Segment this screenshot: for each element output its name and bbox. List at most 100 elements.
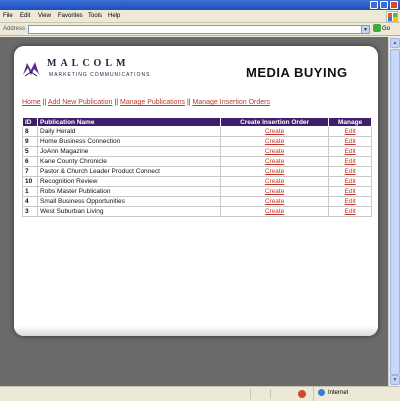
create-order-link[interactable]: Create — [265, 148, 285, 155]
row-publication-name: Recognition Review — [37, 176, 221, 187]
row-publication-name: Pastor & Church Leader Product Connect — [37, 166, 221, 177]
menu-file[interactable]: File — [3, 13, 13, 19]
maximize-button[interactable] — [380, 1, 388, 9]
row-publication-name: Home Business Connection — [37, 136, 221, 147]
scroll-down-icon[interactable]: ▼ — [390, 375, 400, 385]
edit-link[interactable]: Edit — [345, 188, 356, 195]
nav-separator: || — [186, 99, 191, 106]
edit-link[interactable]: Edit — [345, 138, 356, 145]
scroll-thumb[interactable] — [390, 49, 400, 375]
table-row: 4 Small Business Opportunities Create Edit — [22, 196, 372, 207]
row-id: 4 — [22, 196, 38, 207]
row-id: 9 — [22, 136, 38, 147]
globe-icon — [318, 388, 325, 396]
nav-home-link[interactable]: Home — [22, 99, 41, 106]
header-create-order: Create Insertion Order — [219, 117, 330, 127]
create-order-link[interactable]: Create — [265, 188, 285, 195]
edit-link[interactable]: Edit — [345, 158, 356, 165]
brand-subtitle: MARKETING COMMUNICATIONS — [49, 72, 151, 78]
create-order-link[interactable]: Create — [265, 158, 285, 165]
malcolm-mark-icon — [23, 62, 39, 77]
header-publication-name: Publication Name — [37, 117, 221, 127]
row-publication-name: Daily Herald — [37, 126, 221, 137]
status-divider — [250, 389, 251, 399]
row-create-cell: Create — [219, 126, 330, 137]
zone-label: Internet — [328, 390, 349, 396]
row-manage-cell: Edit — [328, 166, 372, 177]
edit-link[interactable]: Edit — [345, 148, 356, 155]
row-create-cell: Create — [219, 206, 330, 217]
menu-tools[interactable]: Tools — [88, 13, 102, 19]
row-id: 5 — [22, 146, 38, 157]
address-label: Address — [3, 26, 26, 32]
header-id: ID — [22, 117, 38, 127]
menu-view[interactable]: View — [38, 13, 51, 19]
row-create-cell: Create — [219, 186, 330, 197]
nav-separator: || — [42, 99, 47, 106]
row-id: 1 — [22, 186, 38, 197]
publications-table: ID Publication Name Create Insertion Ord… — [22, 117, 372, 217]
row-publication-name: West Suburban Living — [37, 206, 221, 217]
menu-favorites[interactable]: Favorites — [58, 13, 83, 19]
nav-manage-orders-link[interactable]: Manage Insertion Orders — [193, 99, 270, 106]
go-arrow-icon — [373, 24, 381, 33]
address-bar: Address ▼ Go — [0, 23, 400, 36]
row-id: 10 — [22, 176, 38, 187]
edit-link[interactable]: Edit — [345, 208, 356, 215]
edit-link[interactable]: Edit — [345, 178, 356, 185]
row-manage-cell: Edit — [328, 136, 372, 147]
create-order-link[interactable]: Create — [265, 128, 285, 135]
security-zone: Internet — [313, 387, 348, 401]
row-create-cell: Create — [219, 136, 330, 147]
edit-link[interactable]: Edit — [345, 128, 356, 135]
row-publication-name: Small Business Opportunities — [37, 196, 221, 207]
table-row: 3 West Suburban Living Create Edit — [22, 206, 372, 217]
row-manage-cell: Edit — [328, 186, 372, 197]
row-create-cell: Create — [219, 146, 330, 157]
page-title: MEDIA BUYING — [246, 65, 348, 80]
header-manage: Manage — [328, 117, 372, 127]
windows-logo-icon — [386, 11, 398, 22]
row-id: 8 — [22, 126, 38, 137]
create-order-link[interactable]: Create — [265, 178, 285, 185]
row-manage-cell: Edit — [328, 126, 372, 137]
create-order-link[interactable]: Create — [265, 208, 285, 215]
popup-blocked-icon[interactable] — [298, 390, 306, 398]
vertical-scrollbar[interactable]: ▲ ▼ — [388, 37, 400, 386]
table-row: 10 Recognition Review Create Edit — [22, 176, 372, 187]
table-header-row: ID Publication Name Create Insertion Ord… — [22, 117, 372, 127]
card-footer-shade — [14, 326, 378, 336]
scroll-up-icon[interactable]: ▲ — [390, 38, 400, 48]
create-order-link[interactable]: Create — [265, 138, 285, 145]
row-manage-cell: Edit — [328, 156, 372, 167]
nav-separator: || — [114, 99, 119, 106]
table-row: 6 Kane County Chronicle Create Edit — [22, 156, 372, 167]
address-input[interactable] — [28, 25, 370, 34]
edit-link[interactable]: Edit — [345, 198, 356, 205]
go-label: Go — [382, 26, 391, 32]
menu-bar: File Edit View Favorites Tools Help — [0, 10, 400, 23]
window-titlebar — [0, 0, 400, 10]
minimize-button[interactable] — [370, 1, 378, 9]
row-manage-cell: Edit — [328, 206, 372, 217]
table-row: 9 Home Business Connection Create Edit — [22, 136, 372, 147]
address-dropdown-icon[interactable]: ▼ — [361, 25, 370, 34]
edit-link[interactable]: Edit — [345, 168, 356, 175]
nav-manage-publications-link[interactable]: Manage Publications — [120, 99, 185, 106]
table-row: 8 Daily Herald Create Edit — [22, 126, 372, 137]
table-row: 7 Pastor & Church Leader Product Connect C… — [22, 166, 372, 177]
create-order-link[interactable]: Create — [265, 168, 285, 175]
menu-help[interactable]: Help — [108, 13, 120, 19]
row-manage-cell: Edit — [328, 176, 372, 187]
row-create-cell: Create — [219, 156, 330, 167]
row-id: 3 — [22, 206, 38, 217]
row-create-cell: Create — [219, 166, 330, 177]
row-manage-cell: Edit — [328, 196, 372, 207]
nav-add-publication-link[interactable]: Add New Publication — [48, 99, 113, 106]
go-button[interactable]: Go — [373, 24, 397, 35]
create-order-link[interactable]: Create — [265, 198, 285, 205]
menu-edit[interactable]: Edit — [20, 13, 30, 19]
brand-logo: MALCOLM MARKETING COMMUNICATIONS — [22, 58, 162, 84]
close-button[interactable] — [390, 1, 398, 9]
row-publication-name: Robs Master Publication — [37, 186, 221, 197]
